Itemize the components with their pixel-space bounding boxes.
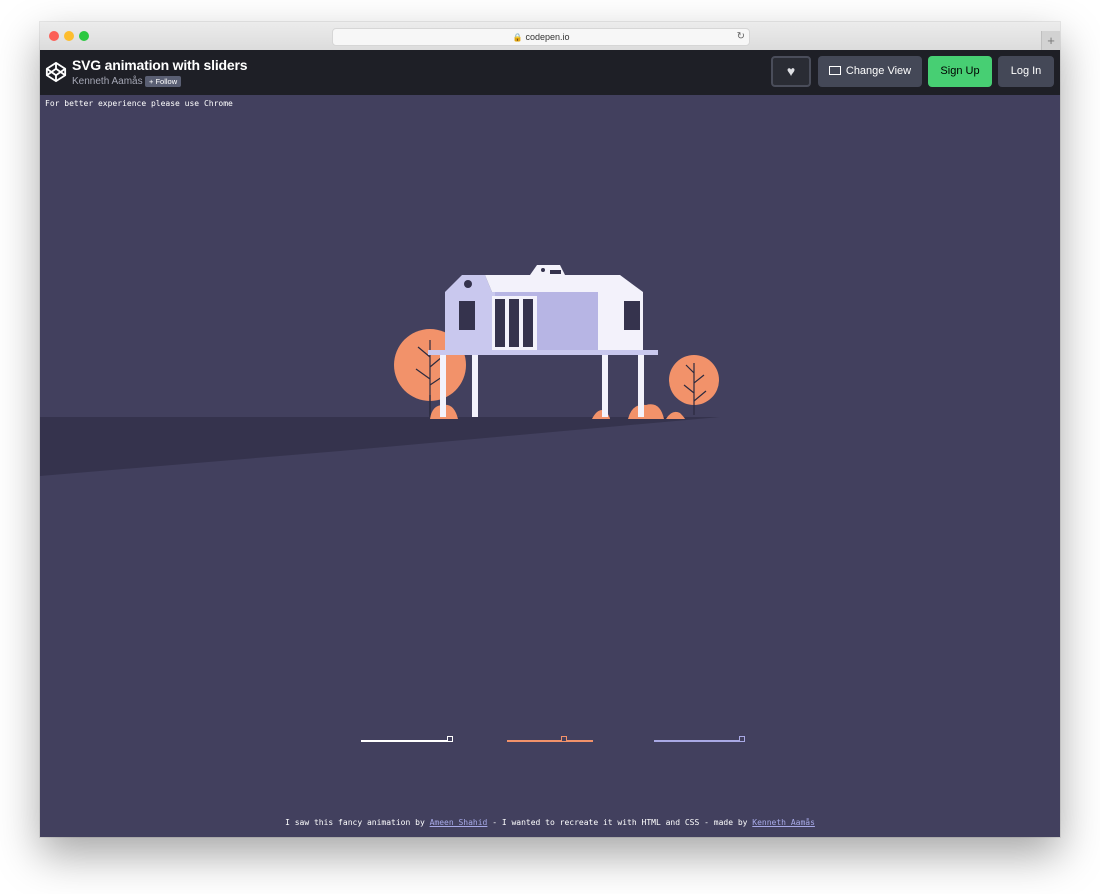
footer-text: - I wanted to recreate it with HTML and … <box>487 818 753 827</box>
new-tab-button[interactable]: + <box>1041 31 1060 50</box>
bushes <box>430 404 685 419</box>
slider-track[interactable] <box>507 740 593 742</box>
footer-link-ameen[interactable]: Ameen Shahid <box>430 818 488 827</box>
heart-icon: ♥ <box>786 63 796 79</box>
url-text: codepen.io <box>525 32 570 42</box>
slider-white[interactable] <box>361 736 453 744</box>
browser-titlebar: 🔒 codepen.io ↻ + <box>40 22 1060 51</box>
house-platform <box>428 350 658 355</box>
minimize-window-button[interactable] <box>64 31 74 41</box>
slider-thumb[interactable] <box>447 736 453 742</box>
slider-thumb[interactable] <box>739 736 745 742</box>
house-illustration <box>40 265 720 476</box>
reload-icon[interactable]: ↻ <box>737 29 745 45</box>
slider-track[interactable] <box>654 740 745 742</box>
sign-up-button[interactable]: Sign Up <box>928 56 992 87</box>
browser-window: 🔒 codepen.io ↻ + SVG animation with slide… <box>40 22 1060 837</box>
change-view-button[interactable]: Change View <box>818 56 922 87</box>
preview-stage: For better experience please use Chrome <box>40 95 1060 837</box>
slider-orange[interactable] <box>507 736 593 744</box>
pen-title: SVG animation with sliders <box>72 57 248 73</box>
slider-track[interactable] <box>361 740 453 742</box>
ground-shadow <box>40 417 720 476</box>
slider-thumb[interactable] <box>561 736 568 742</box>
footer-text: I saw this fancy animation by <box>285 818 430 827</box>
address-bar[interactable]: 🔒 codepen.io ↻ <box>332 28 750 46</box>
heart-button[interactable]: ♥ <box>771 56 811 87</box>
change-view-icon <box>828 65 841 75</box>
change-view-label: Change View <box>845 65 912 77</box>
stilts <box>440 353 644 417</box>
house-body <box>445 265 643 350</box>
maximize-window-button[interactable] <box>79 31 89 41</box>
right-tree <box>669 355 719 415</box>
close-window-button[interactable] <box>49 31 59 41</box>
slider-blue[interactable] <box>654 736 745 744</box>
footer-link-kenneth[interactable]: Kenneth Aamås <box>752 818 815 827</box>
codepen-header: SVG animation with sliders Kenneth Aamås… <box>40 50 1060 95</box>
follow-button[interactable]: + Follow <box>145 76 182 87</box>
lock-icon: 🔒 <box>512 33 523 42</box>
author-name[interactable]: Kenneth Aamås <box>72 76 143 87</box>
log-in-button[interactable]: Log In <box>998 56 1054 87</box>
codepen-logo-icon[interactable] <box>45 61 67 83</box>
footer-credits: I saw this fancy animation by Ameen Shah… <box>40 818 1060 827</box>
